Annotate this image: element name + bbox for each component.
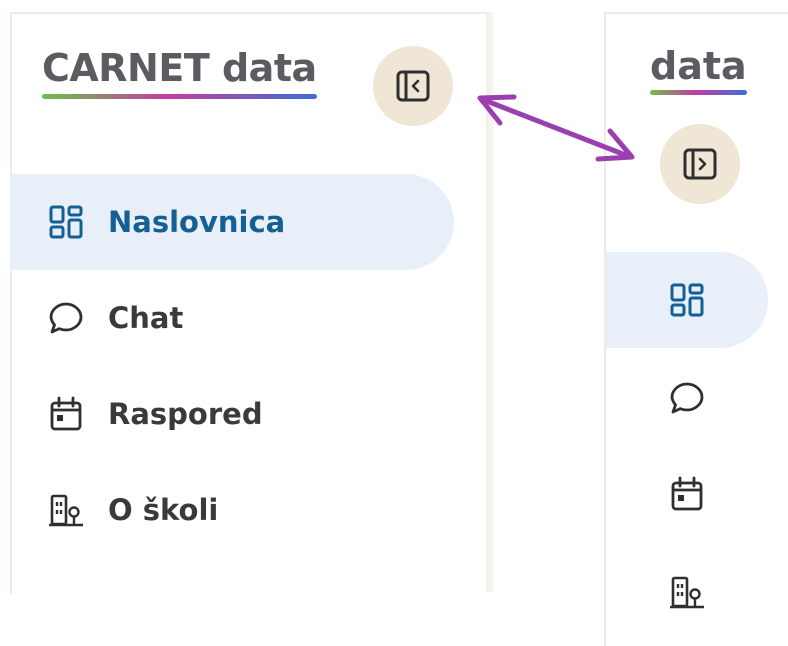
stage: CARNET data Naslovnica Chat Raspored O š… xyxy=(0,0,788,646)
double-headed-arrow-icon xyxy=(477,94,635,162)
